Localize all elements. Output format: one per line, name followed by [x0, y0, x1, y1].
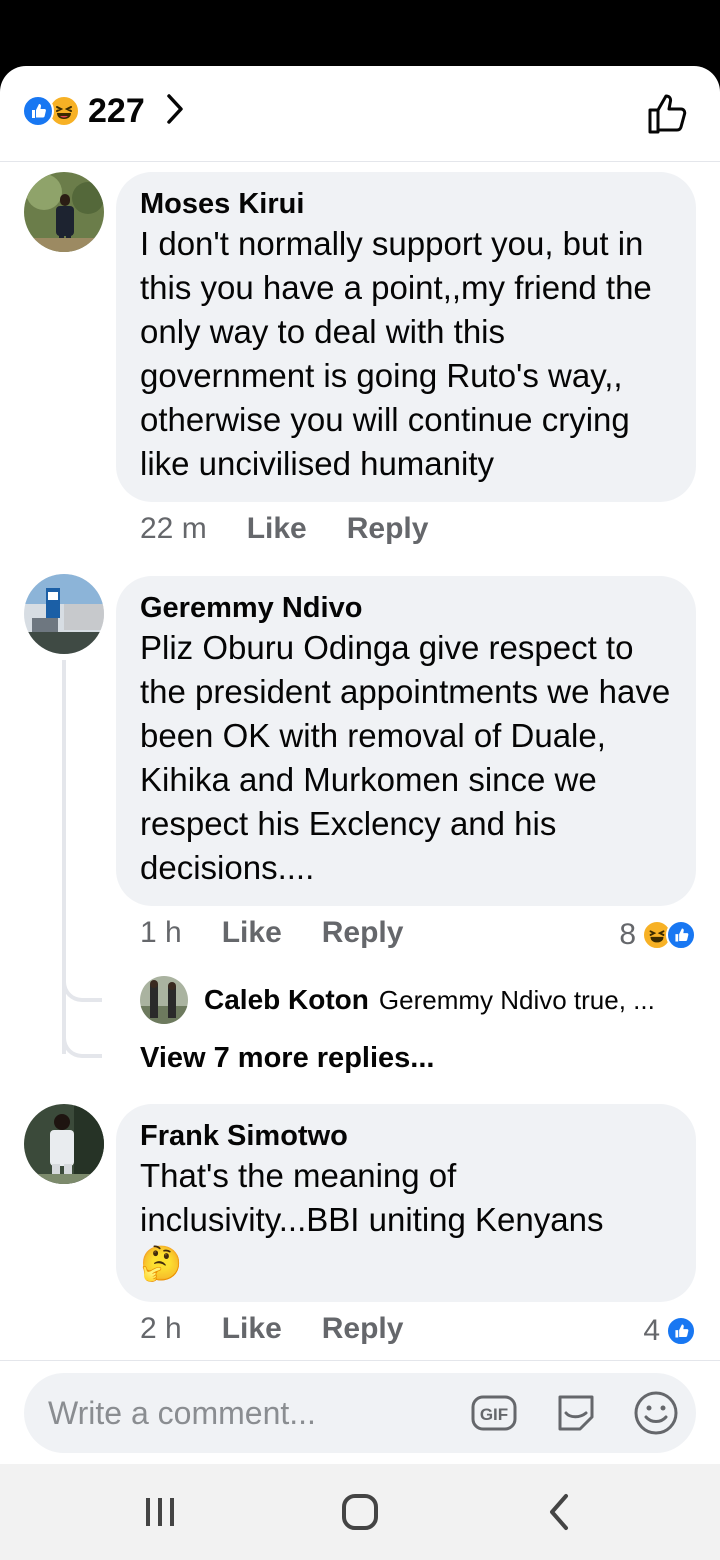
comment-time: 22 m — [140, 512, 207, 545]
thread-line — [62, 660, 66, 1054]
gif-icon[interactable]: GIF — [470, 1389, 518, 1437]
thinking-face-emoji: 🤔 — [140, 1245, 183, 1283]
comment-author[interactable]: Frank Simotwo — [140, 1118, 672, 1154]
svg-text:GIF: GIF — [480, 1405, 508, 1424]
comment-input[interactable] — [48, 1387, 468, 1439]
reply-snippet: Geremmy Ndivo true, ... — [378, 984, 655, 1015]
comment-actions: 1 h Like Reply — [140, 916, 443, 950]
reaction-count: 8 — [619, 918, 636, 951]
recent-apps-icon[interactable] — [138, 1492, 182, 1532]
view-more-replies-link[interactable]: View 7 more replies... — [140, 1042, 434, 1075]
avatar[interactable] — [24, 1104, 104, 1184]
like-button[interactable]: Like — [222, 1312, 282, 1346]
status-bar — [0, 0, 720, 66]
comment-text: That's the meaning of inclusivity...BBI … — [140, 1157, 604, 1238]
reply-button[interactable]: Reply — [347, 512, 429, 546]
reaction-summary[interactable]: 227 — [22, 91, 185, 130]
avatar[interactable] — [140, 976, 188, 1024]
avatar[interactable] — [24, 172, 104, 252]
comment-actions: 2 h Like Reply — [140, 1312, 443, 1346]
like-button[interactable]: Like — [222, 916, 282, 950]
comment-bubble[interactable]: Frank Simotwo That's the meaning of incl… — [116, 1104, 696, 1302]
comments-sheet: 227 Moses Kirui I don't normally support… — [0, 66, 720, 1464]
comment-time: 1 h — [140, 916, 182, 949]
reaction-count: 227 — [88, 91, 145, 130]
comment-composer: GIF — [0, 1360, 720, 1464]
thread-connector — [62, 1028, 102, 1058]
like-icon — [666, 920, 696, 950]
comment-actions: 22 m Like Reply — [140, 512, 468, 546]
emoji-icon[interactable] — [632, 1389, 680, 1437]
like-post-button[interactable] — [646, 90, 692, 136]
home-icon[interactable] — [338, 1492, 382, 1532]
reply-button[interactable]: Reply — [322, 1312, 404, 1346]
sheet-header: 227 — [0, 66, 720, 162]
chevron-right-icon — [165, 93, 185, 130]
like-icon — [666, 1316, 696, 1346]
system-nav-bar — [0, 1464, 720, 1560]
comment-author[interactable]: Geremmy Ndivo — [140, 590, 672, 626]
like-icon — [22, 95, 54, 127]
comment-time: 2 h — [140, 1312, 182, 1345]
comment-text: Pliz Oburu Odinga give respect to the pr… — [140, 629, 671, 886]
thread-connector — [62, 972, 102, 1002]
reply-preview[interactable]: Caleb Koton Geremmy Ndivo true, ... — [140, 976, 655, 1024]
comment-text: I don't normally support you, but in thi… — [140, 225, 652, 482]
comment-bubble[interactable]: Geremmy Ndivo Pliz Oburu Odinga give res… — [116, 576, 696, 906]
comment-reactions[interactable]: 8 — [619, 918, 696, 952]
back-icon[interactable] — [538, 1492, 582, 1532]
reply-button[interactable]: Reply — [322, 916, 404, 950]
sticker-icon[interactable] — [552, 1389, 600, 1437]
comment-reactions[interactable]: 4 — [643, 1314, 696, 1348]
reply-author[interactable]: Caleb Koton — [204, 984, 369, 1016]
avatar[interactable] — [24, 574, 104, 654]
comment-bubble[interactable]: Moses Kirui I don't normally support you… — [116, 172, 696, 502]
comment-input-container: GIF — [24, 1373, 696, 1453]
comment-author[interactable]: Moses Kirui — [140, 186, 672, 222]
like-button[interactable]: Like — [247, 512, 307, 546]
reaction-count: 4 — [643, 1314, 660, 1347]
